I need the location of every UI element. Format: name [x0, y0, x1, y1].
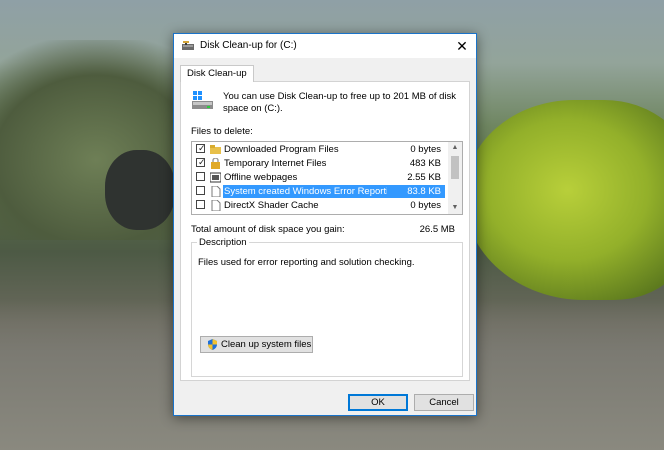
- ok-button[interactable]: OK: [348, 394, 408, 411]
- lock-icon: [211, 158, 220, 169]
- checkbox[interactable]: ✓: [196, 143, 206, 153]
- file-name: Downloaded Program Files: [224, 144, 339, 155]
- clean-up-system-files-label: Clean up system files: [221, 339, 312, 350]
- file-size: 2.55 KB: [407, 172, 441, 183]
- offline-icon: [210, 172, 221, 183]
- file-size: 0 bytes: [410, 144, 441, 155]
- disk-cleanup-icon: [182, 41, 194, 50]
- list-item-selected[interactable]: System created Windows Error Reporti... …: [192, 185, 449, 198]
- list-item[interactable]: Offline webpages 2.55 KB: [192, 171, 449, 184]
- file-size: 83.8 KB: [387, 185, 445, 198]
- intro-text: You can use Disk Clean-up to free up to …: [223, 91, 457, 114]
- list-item[interactable]: ✓ Downloaded Program Files 0 bytes: [192, 143, 449, 156]
- list-item[interactable]: ✓ Temporary Internet Files 483 KB: [192, 157, 449, 170]
- background-stone: [105, 150, 175, 230]
- disk-cleanup-dialog: Disk Clean-up for (C:) ✕ Disk Clean-up Y…: [173, 33, 477, 416]
- hard-drive-icon: [192, 91, 213, 109]
- file-name: DirectX Shader Cache: [224, 200, 319, 211]
- list-item[interactable]: DirectX Shader Cache 0 bytes: [192, 199, 449, 212]
- clean-up-system-files-button[interactable]: Clean up system files: [200, 336, 313, 353]
- scroll-up-icon[interactable]: ▲: [448, 142, 462, 154]
- checkbox[interactable]: [196, 172, 205, 181]
- cancel-button[interactable]: Cancel: [414, 394, 474, 411]
- total-space-value: 26.5 MB: [419, 224, 455, 235]
- list-scrollbar[interactable]: ▲ ▼: [448, 142, 462, 214]
- file-size: 0 bytes: [410, 200, 441, 211]
- scroll-down-icon[interactable]: ▼: [448, 202, 462, 214]
- close-button[interactable]: ✕: [452, 36, 472, 56]
- files-to-delete-label: Files to delete:: [191, 126, 253, 137]
- checkbox[interactable]: [196, 186, 205, 195]
- file-name: Offline webpages: [224, 172, 298, 183]
- file-size: 483 KB: [409, 158, 441, 169]
- file-name: Temporary Internet Files: [224, 158, 327, 169]
- file-name: System created Windows Error Reporti...: [223, 185, 388, 198]
- description-legend: Description: [197, 237, 249, 248]
- check-icon: ✓: [198, 157, 206, 167]
- scroll-thumb[interactable]: [451, 156, 459, 179]
- title-bar[interactable]: Disk Clean-up for (C:) ✕: [174, 34, 476, 58]
- tab-panel: You can use Disk Clean-up to free up to …: [180, 81, 470, 381]
- window-title: Disk Clean-up for (C:): [200, 40, 297, 51]
- check-icon: ✓: [198, 143, 206, 153]
- close-icon: ✕: [456, 38, 468, 54]
- description-text: Files used for error reporting and solut…: [198, 257, 415, 268]
- folder-icon: [210, 145, 221, 154]
- shield-icon: [208, 339, 217, 350]
- files-list[interactable]: ✓ Downloaded Program Files 0 bytes ✓ Tem…: [191, 141, 463, 215]
- background-moss: [464, 100, 664, 300]
- checkbox[interactable]: ✓: [196, 157, 206, 167]
- total-space-label: Total amount of disk space you gain:: [191, 224, 345, 235]
- tab-disk-cleanup[interactable]: Disk Clean-up: [180, 65, 254, 82]
- checkbox[interactable]: [196, 200, 205, 209]
- document-icon: [211, 186, 221, 197]
- document-icon: [211, 200, 221, 211]
- description-group: Description Files used for error reporti…: [191, 237, 463, 377]
